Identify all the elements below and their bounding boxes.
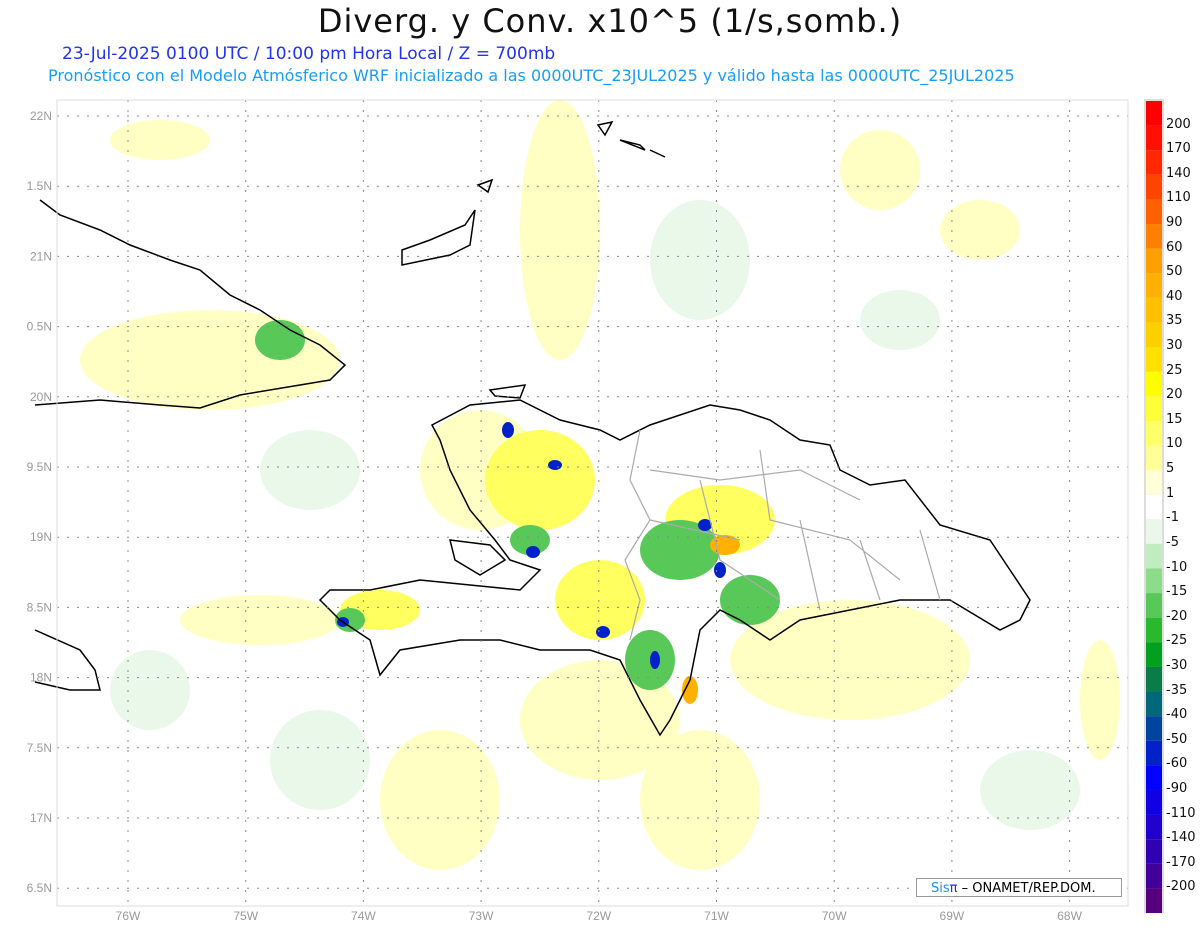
lat-label: 18N [30,671,52,685]
colorbar-label: 20 [1166,387,1183,403]
lon-label: 71W [704,909,729,923]
lat-label: 20N [30,390,52,404]
colorbar-swatch [1146,420,1162,446]
colorbar-swatch [1146,593,1162,618]
lon-label: 73W [469,909,494,923]
lon-label: 75W [233,909,258,923]
lat-label: 1.5N [27,179,52,193]
colorbar-label: -35 [1166,682,1188,698]
colorbar-swatch [1146,617,1162,643]
colorbar-swatch [1146,248,1162,274]
colorbar-swatch [1146,789,1162,815]
colorbar-label: 5 [1166,461,1175,477]
colorbar-swatch [1146,174,1162,200]
colorbar-swatch [1146,839,1162,864]
credit-brand: Sis [931,881,950,896]
colorbar-label: -110 [1166,805,1196,821]
colorbar-label: -10 [1166,559,1188,575]
colorbar-swatch [1146,371,1162,397]
lon-label: 76W [116,909,141,923]
colorbar-label: 1 [1166,485,1175,501]
lat-label: 7.5N [27,741,52,755]
colorbar-swatch [1146,199,1162,225]
colorbar-label: 25 [1166,362,1183,378]
lat-label: 0.5N [27,320,52,334]
colorbar-swatch [1146,322,1162,348]
colorbar-label: -90 [1166,780,1188,796]
colorbar-label: -25 [1166,633,1188,649]
colorbar-swatch [1146,666,1162,692]
colorbar-label: -50 [1166,731,1188,747]
lon-label: 72W [586,909,611,923]
lon-label: 70W [822,909,847,923]
lat-label: 6.5N [27,881,52,895]
divergence-field [57,100,1128,906]
colorbar [1144,99,1164,913]
colorbar-label: 140 [1166,165,1191,181]
latitude-labels: 22N 1.5N 21N 0.5N 20N 9.5N 19N 8.5N 18N 7.5N 17N 6.… [27,109,52,895]
colorbar-swatch [1146,470,1162,495]
colorbar-swatch [1146,691,1162,717]
colorbar-swatch [1146,494,1162,520]
credit-box: Sisπ – ONAMET/REP.DOM. [916,878,1122,897]
colorbar-label: 110 [1166,190,1191,206]
colorbar-swatch [1146,519,1162,544]
colorbar-swatch [1146,150,1162,175]
colorbar-label: 35 [1166,313,1183,329]
forecast-map: 22N 1.5N 21N 0.5N 20N 9.5N 19N 8.5N 18N 7.5N 17N 6.… [27,99,1164,923]
lat-label: 21N [30,249,52,263]
lon-label: 74W [351,909,376,923]
colorbar-label: -170 [1166,854,1196,870]
colorbar-swatch [1146,642,1162,667]
colorbar-swatch [1146,445,1162,471]
colorbar-swatch [1146,568,1162,594]
colorbar-label: 30 [1166,338,1183,354]
colorbar-swatch [1146,740,1162,766]
colorbar-label: 40 [1166,288,1183,304]
colorbar-label: -140 [1166,830,1196,846]
colorbar-label: 90 [1166,215,1183,231]
colorbar-label: -5 [1166,534,1179,550]
longitude-labels: 76W 75W 74W 73W 72W 71W 70W 69W 68W [116,909,1083,923]
colorbar-label: -30 [1166,657,1188,673]
colorbar-swatch [1146,863,1162,889]
colorbar-label: -40 [1166,707,1188,723]
lat-label: 17N [30,811,52,825]
colorbar-label: 15 [1166,411,1183,427]
colorbar-label: -60 [1166,756,1188,772]
colorbar-label: 10 [1166,436,1183,452]
colorbar-label: -1 [1166,510,1179,526]
credit-text: – ONAMET/REP.DOM. [957,881,1096,896]
colorbar-label: 200 [1166,116,1191,132]
colorbar-swatch [1146,396,1162,421]
lon-label: 69W [940,909,965,923]
colorbar-swatch [1146,297,1162,323]
lon-label: 68W [1057,909,1082,923]
lat-label: 19N [30,530,52,544]
colorbar-swatch [1146,716,1162,741]
colorbar-label: 60 [1166,239,1183,255]
lat-label: 8.5N [27,600,52,614]
colorbar-label: -200 [1166,879,1196,895]
colorbar-label: -20 [1166,608,1188,624]
lat-label: 9.5N [27,460,52,474]
lat-label: 22N [30,109,52,123]
colorbar-label: 170 [1166,141,1191,157]
colorbar-swatch [1146,347,1162,372]
colorbar-swatch [1146,273,1162,298]
colorbar-swatch [1146,224,1162,249]
colorbar-swatch [1146,125,1162,151]
colorbar-swatch [1146,543,1162,569]
colorbar-label: -15 [1166,584,1188,600]
colorbar-swatch [1146,765,1162,790]
colorbar-swatch [1146,101,1162,126]
colorbar-swatch [1146,888,1162,913]
colorbar-swatch [1146,814,1162,840]
colorbar-label: 50 [1166,264,1183,280]
